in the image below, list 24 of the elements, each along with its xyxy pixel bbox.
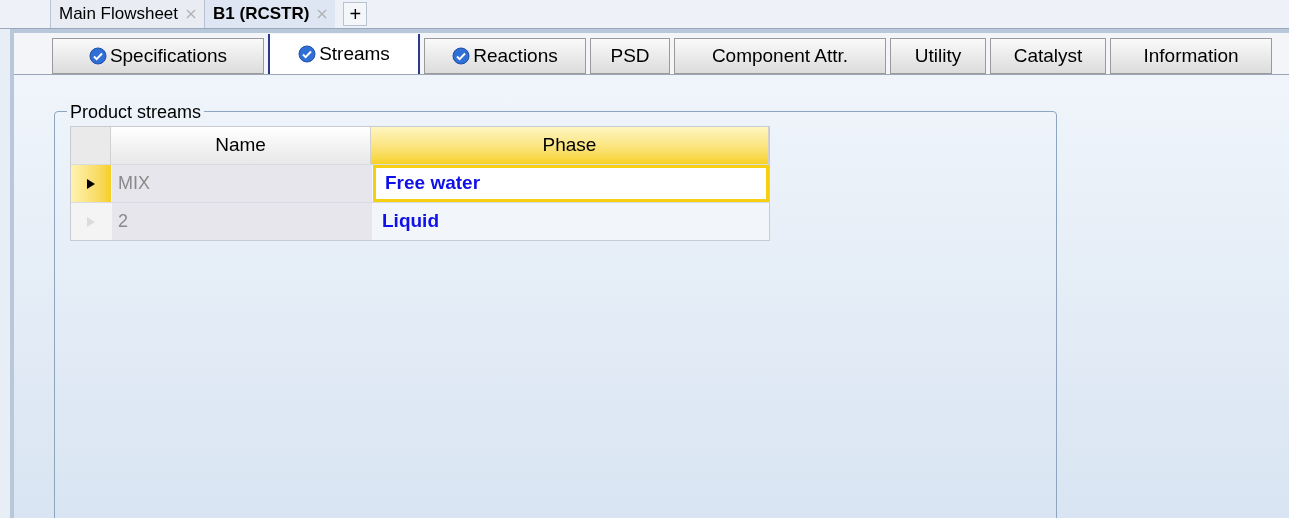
form-tab[interactable]: Component Attr.: [674, 38, 886, 74]
form-tab[interactable]: Streams: [268, 34, 420, 74]
close-icon[interactable]: [186, 9, 197, 19]
form-tab[interactable]: Reactions: [424, 38, 586, 74]
form-tab[interactable]: Information: [1110, 38, 1272, 74]
checkmark-icon: [88, 47, 107, 65]
column-header[interactable]: Name: [111, 127, 371, 164]
form-tab[interactable]: Utility: [890, 38, 986, 74]
new-tab-button[interactable]: +: [343, 2, 368, 26]
checkmark-icon: [298, 45, 317, 63]
row-pointer-icon: [86, 177, 96, 190]
checkmark-icon: [452, 47, 471, 65]
form-tab[interactable]: Catalyst: [990, 38, 1106, 74]
form-tab[interactable]: Specifications: [52, 38, 264, 74]
table-cell[interactable]: Free water: [373, 165, 769, 202]
document-tab[interactable]: B1 (RCSTR): [204, 0, 336, 28]
table-cell: 2: [112, 203, 372, 240]
document-tab[interactable]: Main Flowsheet: [50, 0, 205, 28]
form-tab[interactable]: PSD: [590, 38, 670, 74]
row-selector[interactable]: [71, 165, 111, 202]
close-icon[interactable]: [317, 9, 328, 19]
column-header[interactable]: Phase: [371, 127, 769, 164]
row-pointer-icon: [86, 215, 96, 228]
table-cell: MIX: [112, 165, 372, 202]
